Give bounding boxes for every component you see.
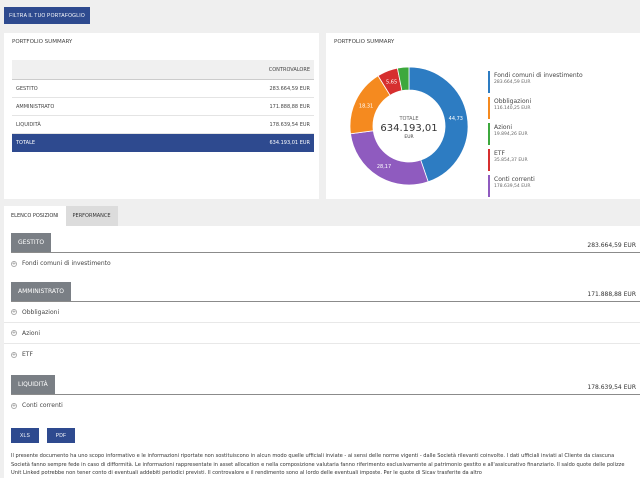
total-label: TOTALE [16,140,36,146]
list-item[interactable]: + Fondi comuni di investimento [4,253,640,274]
list-item[interactable]: + ETF [4,344,640,365]
portfolio-summary-chart-panel: PORTFOLIO SUMMARY 44,73 28,17 18,31 5,65 TO… [326,33,640,199]
row-value: 171.888,88 EUR [269,103,310,110]
slice-data-label: 18,31 [359,103,373,109]
table-row: AMMINISTRATO 171.888,88 EUR [12,98,314,116]
tab-elenco-posizioni[interactable]: ELENCO POSIZIONI [4,206,66,226]
legend-amount: 19.894,26 EUR [494,132,528,137]
table-header-row: CONTROVALORE [12,60,314,80]
summary-table: CONTROVALORE GESTITO 283.664,59 EUR AMMI… [12,60,314,152]
slice-data-label: 28,17 [377,164,391,170]
legend-item: Azioni 19.894,26 EUR [488,123,636,145]
legend-amount: 178.639,54 EUR [494,184,531,189]
list-item[interactable]: + Conti correnti [4,395,640,416]
legend-color-swatch [488,149,490,171]
section-header: GESTITO 283.664,59 EUR [11,233,640,253]
section-amount: 171.888,88 EUR [587,291,636,298]
legend-item: Fondi comuni di investimento 283.664,59 E… [488,71,636,93]
donut-chart: 44,73 28,17 18,31 5,65 TOTALE 634.193,01 EU… [349,66,469,186]
total-value: 634.193,01 EUR [269,140,310,146]
export-pdf-button[interactable]: PDF [47,428,75,443]
expand-plus-icon[interactable]: + [11,351,17,358]
center-total-label: TOTALE [398,116,418,122]
section-header: LIQUIDITÀ 178.639,54 EUR [11,375,640,395]
expand-plus-icon[interactable]: + [11,309,17,315]
tab-bar: ELENCO POSIZIONI PERFORMANCE [4,206,118,226]
export-xls-button[interactable]: XLS [11,428,39,443]
list-item[interactable]: + Azioni [4,323,640,344]
section-label: AMMINISTRATO [11,282,71,301]
legend-color-swatch [488,123,490,145]
slice-data-label: 5,65 [386,79,397,85]
tab-performance[interactable]: PERFORMANCE [65,206,118,226]
item-label: Fondi comuni di investimento [22,260,111,267]
list-item[interactable]: + Obbligazioni [4,302,640,323]
section-gestito: GESTITO 283.664,59 EUR + Fondi comuni di … [4,233,640,274]
slice-data-label: 44,73 [449,116,463,122]
table-row: LIQUIDITÀ 178.639,54 EUR [12,116,314,134]
expand-plus-icon[interactable]: + [11,330,17,336]
legend-name: Obbligazioni [494,98,532,105]
legend-color-swatch [488,175,490,197]
legend-name: Azioni [494,124,513,131]
expand-plus-icon[interactable]: + [11,402,17,409]
row-value: 178.639,54 EUR [269,121,310,128]
expand-plus-icon[interactable]: + [11,260,17,267]
table-total-row: TOTALE 634.193,01 EUR [12,134,314,152]
legend-color-swatch [488,71,490,93]
donut-slice[interactable] [350,130,429,186]
item-label: ETF [22,351,33,358]
disclaimer-text: Il presente documento ha uno scopo infor… [11,453,625,476]
section-label: LIQUIDITÀ [11,375,55,394]
section-label: GESTITO [11,233,52,252]
row-label: AMMINISTRATO [16,103,55,110]
center-total-value: 634.193,01 [380,123,437,134]
legend-name: Fondi comuni di investimento [494,72,583,79]
section-amount: 283.664,59 EUR [587,242,636,249]
row-value: 283.664,59 EUR [269,85,310,92]
table-row: GESTITO 283.664,59 EUR [12,80,314,98]
section-header: AMMINISTRATO 171.888,88 EUR [11,282,640,302]
panel-title: PORTFOLIO SUMMARY [12,39,73,45]
legend-item: ETF 35.854,37 EUR [488,149,636,171]
section-liquidita: LIQUIDITÀ 178.639,54 EUR + Conti correnti [4,375,640,416]
filter-portfolio-button[interactable]: FILTRA IL TUO PORTAFOGLIO [4,7,90,24]
legend-item: Conti correnti 178.639,54 EUR [488,175,636,197]
portfolio-summary-table-panel: PORTFOLIO SUMMARY CONTROVALORE GESTITO 2… [4,33,319,199]
panel-title: PORTFOLIO SUMMARY [334,39,395,45]
center-total-unit: EUR [404,134,413,140]
legend-color-swatch [488,97,490,119]
legend-amount: 283.664,59 EUR [494,80,531,85]
legend-amount: 35.854,37 EUR [494,158,528,163]
row-label: LIQUIDITÀ [16,121,41,128]
legend-amount: 116.140,25 EUR [494,106,531,111]
section-amount: 178.639,54 EUR [587,384,636,391]
chart-legend: Fondi comuni di investimento 283.664,59 E… [488,71,636,201]
legend-name: ETF [494,150,505,157]
legend-name: Conti correnti [494,176,535,183]
section-amministrato: AMMINISTRATO 171.888,88 EUR + Obbligazion… [4,282,640,365]
item-label: Obbligazioni [22,308,60,316]
item-label: Azioni [22,329,41,337]
column-header-controvalore: CONTROVALORE [268,66,310,73]
item-label: Conti correnti [22,402,63,409]
row-label: GESTITO [16,85,38,92]
positions-list: GESTITO 283.664,59 EUR + Fondi comuni di … [4,226,640,478]
legend-item: Obbligazioni 116.140,25 EUR [488,97,636,119]
